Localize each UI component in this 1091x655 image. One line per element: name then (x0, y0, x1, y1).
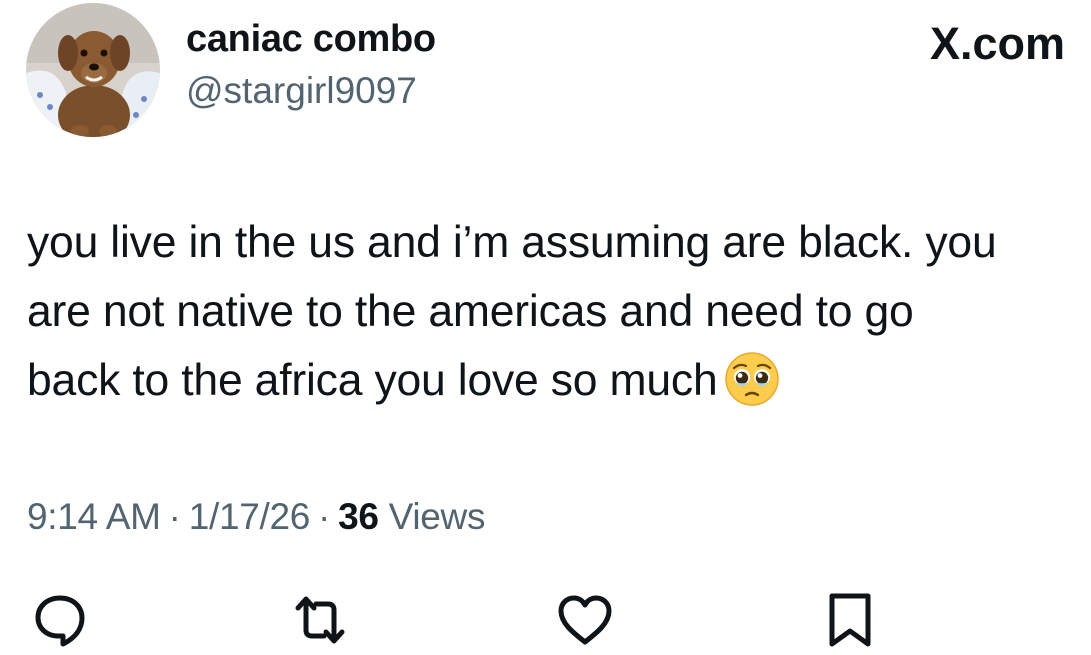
bookmark-icon (829, 593, 871, 647)
reply-button[interactable] (30, 590, 90, 650)
repost-icon (295, 596, 345, 644)
tweet-time[interactable]: 9:14 AM (27, 496, 161, 537)
action-bar (0, 590, 1091, 650)
tweet-text: you live in the us and i’m assuming are … (27, 208, 1091, 415)
avatar[interactable] (26, 3, 160, 137)
tweet-text-line: back to the africa you love so much (27, 356, 718, 405)
meta-separator: · (168, 496, 181, 537)
reply-icon (35, 595, 85, 647)
heart-icon (558, 595, 612, 645)
pleading-face-icon (724, 352, 779, 406)
tweet-text-line-with-emoji: back to the africa you love so much (27, 346, 1091, 415)
repost-button[interactable] (290, 590, 350, 650)
tweet-meta: 9:14 AM · 1/17/26 · 36 Views (27, 496, 485, 538)
like-button[interactable] (555, 590, 615, 650)
tweet-text-line: you live in the us and i’m assuming are … (27, 218, 997, 267)
author-display-name[interactable]: caniac combo (186, 18, 436, 61)
dog-photo-icon (26, 3, 160, 137)
source-watermark: X.com (930, 18, 1066, 69)
bookmark-button[interactable] (820, 590, 880, 650)
meta-separator: · (318, 496, 331, 537)
tweet-text-line: are not native to the americas and need … (27, 287, 914, 336)
author-handle[interactable]: @stargirl9097 (186, 70, 417, 112)
views-label: Views (388, 496, 486, 537)
tweet-date[interactable]: 1/17/26 (189, 496, 311, 537)
views-count: 36 (338, 496, 379, 537)
